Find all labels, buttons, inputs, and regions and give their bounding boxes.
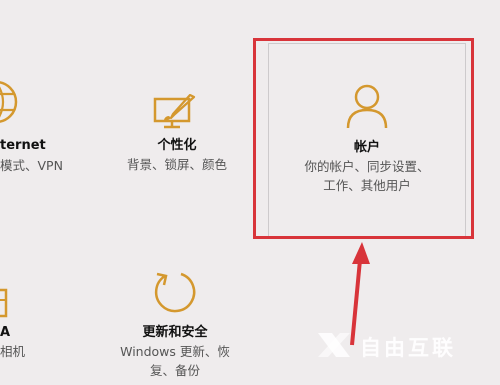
globe-icon	[0, 81, 18, 123]
tile-title: 更新和安全	[142, 325, 208, 340]
paintbrush-monitor-icon	[153, 94, 196, 129]
person-icon	[346, 84, 388, 129]
tile-description-line: 工作、其他用户	[323, 178, 411, 193]
settings-tile-accounts[interactable]: 帐户 你的帐户、同步设置、 工作、其他用户	[268, 43, 466, 238]
tile-title: 个性化	[157, 138, 197, 153]
tile-title: 帐户	[353, 140, 380, 155]
watermark-text: 自由互联	[360, 336, 456, 360]
tile-title: A	[0, 325, 11, 340]
tile-description-line: 复、备份	[149, 363, 200, 378]
phone-icon	[0, 288, 8, 318]
tile-description: 相机	[0, 344, 26, 359]
watermark-x-icon	[318, 333, 350, 357]
tile-description: 背景、锁屏、颜色	[126, 157, 227, 172]
tile-description: 模式、VPN	[0, 158, 63, 173]
tile-description-line: 你的帐户、同步设置、	[304, 159, 430, 174]
tile-description-line: Windows 更新、恢	[120, 344, 230, 359]
watermark-logo: 自由互联	[314, 330, 500, 360]
tile-title: ternet	[0, 138, 46, 153]
refresh-icon	[154, 272, 196, 313]
tile-description: Windows 更新、恢 复、备份	[105, 342, 245, 380]
tile-description: 你的帐户、同步设置、 工作、其他用户	[269, 157, 465, 195]
